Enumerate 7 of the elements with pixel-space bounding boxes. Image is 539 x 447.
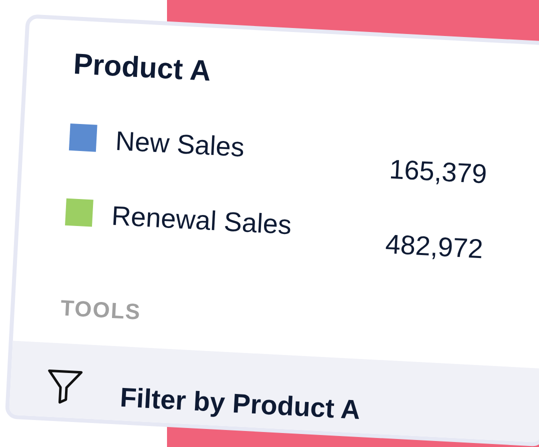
card-title: Product A: [72, 48, 213, 90]
section-heading: TOOLS: [59, 294, 143, 326]
legend-label: New Sales: [114, 126, 246, 165]
filter-button[interactable]: Filter by Product A: [9, 340, 539, 442]
legend-label: Renewal Sales: [110, 200, 294, 242]
legend-value: 165,379: [388, 154, 488, 190]
legend-value: 482,972: [384, 229, 484, 266]
